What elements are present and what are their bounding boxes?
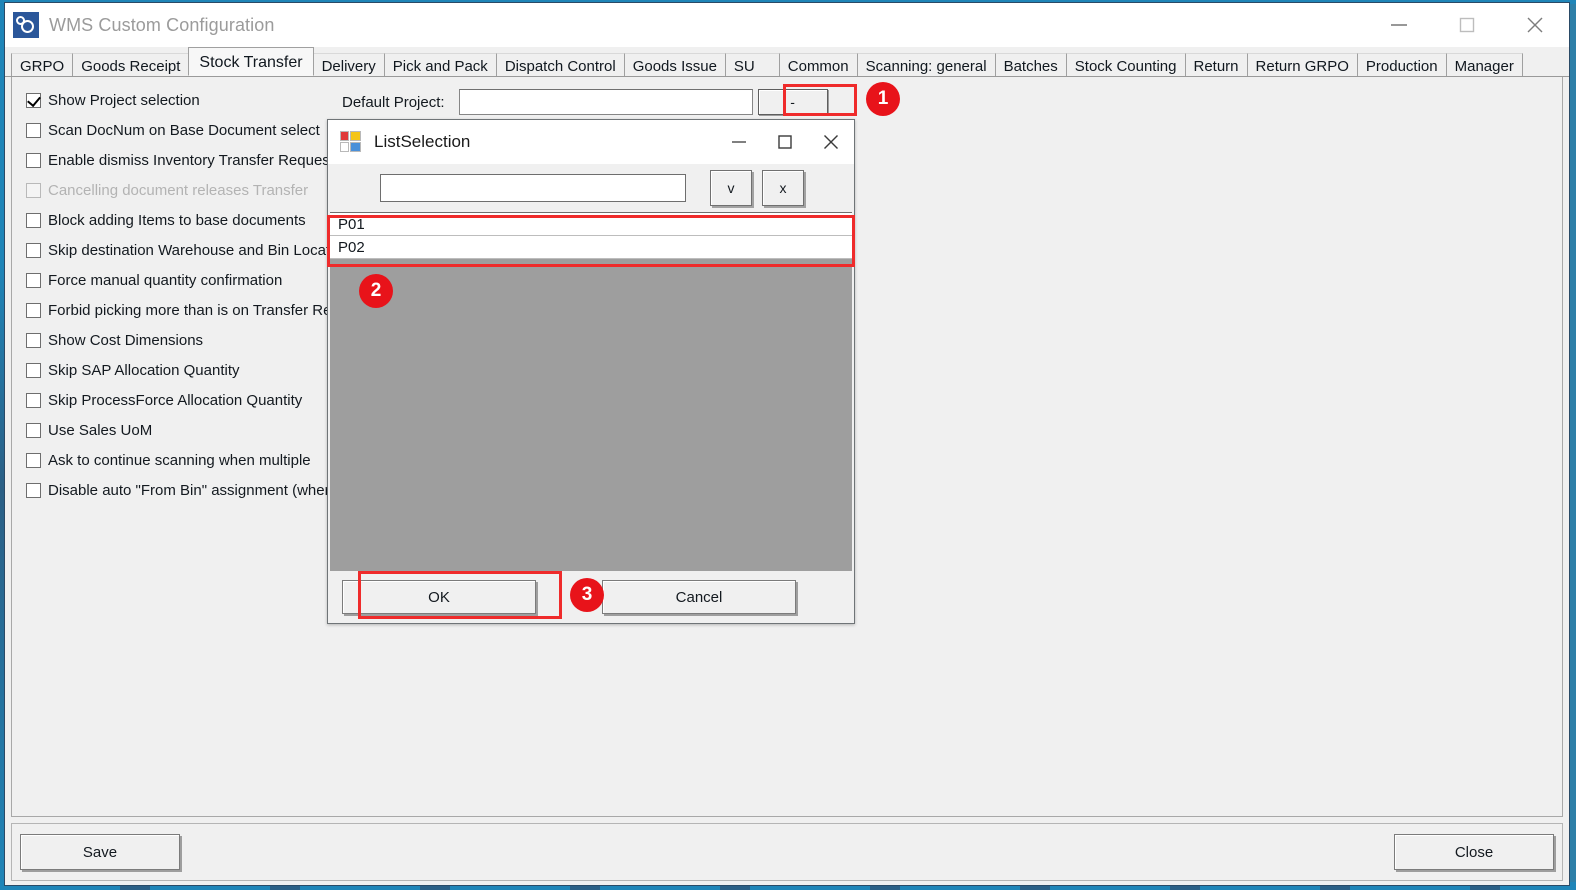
listselection-titlebar: ListSelection: [328, 120, 854, 164]
tab-return-grpo[interactable]: Return GRPO: [1246, 53, 1358, 76]
tab-scanning-general[interactable]: Scanning: general: [856, 53, 996, 76]
listselection-dialog: ListSelection v x P01 P02 OK Cancel: [327, 119, 855, 624]
annotation-marker-1: 1: [866, 82, 900, 116]
option-label: Cancelling document releases Transfer: [48, 181, 309, 199]
tab-strip: GRPO Goods Receipt Stock Transfer Delive…: [5, 47, 1569, 77]
option-label: Use Sales UoM: [48, 421, 153, 439]
listselection-window-controls: [716, 120, 854, 164]
checkbox-cancelling-releases-transfer: [26, 182, 41, 198]
tab-return[interactable]: Return: [1184, 53, 1248, 76]
checkbox-use-sales-uom[interactable]: [26, 422, 41, 438]
listselection-clear-button[interactable]: x: [762, 170, 804, 206]
save-button[interactable]: Save: [20, 834, 180, 870]
tab-delivery[interactable]: Delivery: [312, 53, 385, 76]
listselection-close-icon[interactable]: [808, 120, 854, 164]
default-project-input[interactable]: [458, 89, 753, 115]
bottom-action-bar: Save Close: [11, 823, 1563, 881]
tab-production[interactable]: Production: [1356, 53, 1447, 76]
option-label: Enable dismiss Inventory Transfer Reques…: [48, 151, 334, 169]
option-label: Disable auto "From Bin" assignment (when: [48, 481, 333, 499]
option-label: Forbid picking more than is on Transfer …: [48, 301, 369, 319]
annotation-marker-3: 3: [570, 578, 604, 612]
annotation-marker-2: 2: [359, 274, 393, 308]
close-button[interactable]: Close: [1394, 834, 1554, 870]
checkbox-show-project-selection[interactable]: [26, 92, 41, 108]
window-controls: [1365, 3, 1569, 47]
colored-squares-icon: [340, 131, 362, 153]
tab-common[interactable]: Common: [778, 53, 858, 76]
tab-pick-and-pack[interactable]: Pick and Pack: [383, 53, 497, 76]
minimize-icon[interactable]: [1365, 3, 1433, 47]
option-label: Show Cost Dimensions: [48, 331, 204, 349]
listselection-title: ListSelection: [374, 132, 471, 151]
default-project-browse-button[interactable]: -: [757, 89, 828, 115]
tab-stock-transfer[interactable]: Stock Transfer: [188, 47, 314, 76]
option-label: Block adding Items to base documents: [48, 211, 306, 229]
listselection-confirm-button[interactable]: v: [710, 170, 752, 206]
gears-icon: [13, 12, 39, 38]
listselection-items[interactable]: P01 P02: [330, 212, 852, 571]
option-label: Scan DocNum on Base Document select: [48, 121, 320, 139]
checkbox-force-manual-quantity[interactable]: [26, 272, 41, 288]
checkbox-ask-continue-scanning[interactable]: [26, 452, 41, 468]
listselection-minimize-icon[interactable]: [716, 120, 762, 164]
tab-grpo[interactable]: GRPO: [11, 53, 74, 76]
option-label: Skip ProcessForce Allocation Quantity: [48, 391, 303, 409]
maximize-icon[interactable]: [1433, 3, 1501, 47]
checkbox-forbid-picking-more[interactable]: [26, 302, 41, 318]
listselection-maximize-icon[interactable]: [762, 120, 808, 164]
checkbox-skip-destination-warehouse[interactable]: [26, 242, 41, 258]
window-titlebar: WMS Custom Configuration: [5, 3, 1569, 47]
checkbox-enable-dismiss-itr[interactable]: [26, 152, 41, 168]
checkbox-scan-docnum[interactable]: [26, 122, 41, 138]
listselection-search-input[interactable]: [380, 174, 686, 202]
tab-batches[interactable]: Batches: [994, 53, 1067, 76]
listselection-ok-button[interactable]: OK: [342, 580, 536, 614]
list-item[interactable]: P02: [330, 236, 852, 259]
checkbox-show-cost-dimensions[interactable]: [26, 332, 41, 348]
tab-dispatch-control[interactable]: Dispatch Control: [495, 53, 625, 76]
tab-su[interactable]: SU: [724, 53, 780, 76]
tab-manager[interactable]: Manager: [1445, 53, 1523, 76]
tab-stock-counting[interactable]: Stock Counting: [1065, 53, 1186, 76]
listselection-cancel-button[interactable]: Cancel: [602, 580, 796, 614]
checkbox-disable-auto-from-bin[interactable]: [26, 482, 41, 498]
checkbox-skip-processforce-allocation[interactable]: [26, 392, 41, 408]
default-project-label: Default Project:: [342, 93, 445, 111]
option-label: Force manual quantity confirmation: [48, 271, 283, 289]
checkbox-skip-sap-allocation[interactable]: [26, 362, 41, 378]
option-label: Skip destination Warehouse and Bin Locat…: [48, 241, 351, 259]
list-item[interactable]: P01: [330, 213, 852, 236]
tab-goods-receipt[interactable]: Goods Receipt: [72, 53, 190, 76]
tab-goods-issue[interactable]: Goods Issue: [623, 53, 726, 76]
close-icon[interactable]: [1501, 3, 1569, 47]
checkbox-block-adding-items[interactable]: [26, 212, 41, 228]
default-project-row: Default Project: -: [342, 89, 828, 115]
screen: WMS Custom Configuration GRPO Goods Rece…: [0, 0, 1576, 890]
option-label: Skip SAP Allocation Quantity: [48, 361, 240, 379]
listselection-search-row: v x: [328, 164, 854, 212]
window-title: WMS Custom Configuration: [49, 14, 275, 35]
option-label: Ask to continue scanning when multiple: [48, 451, 311, 469]
option-label: Show Project selection: [48, 91, 200, 109]
